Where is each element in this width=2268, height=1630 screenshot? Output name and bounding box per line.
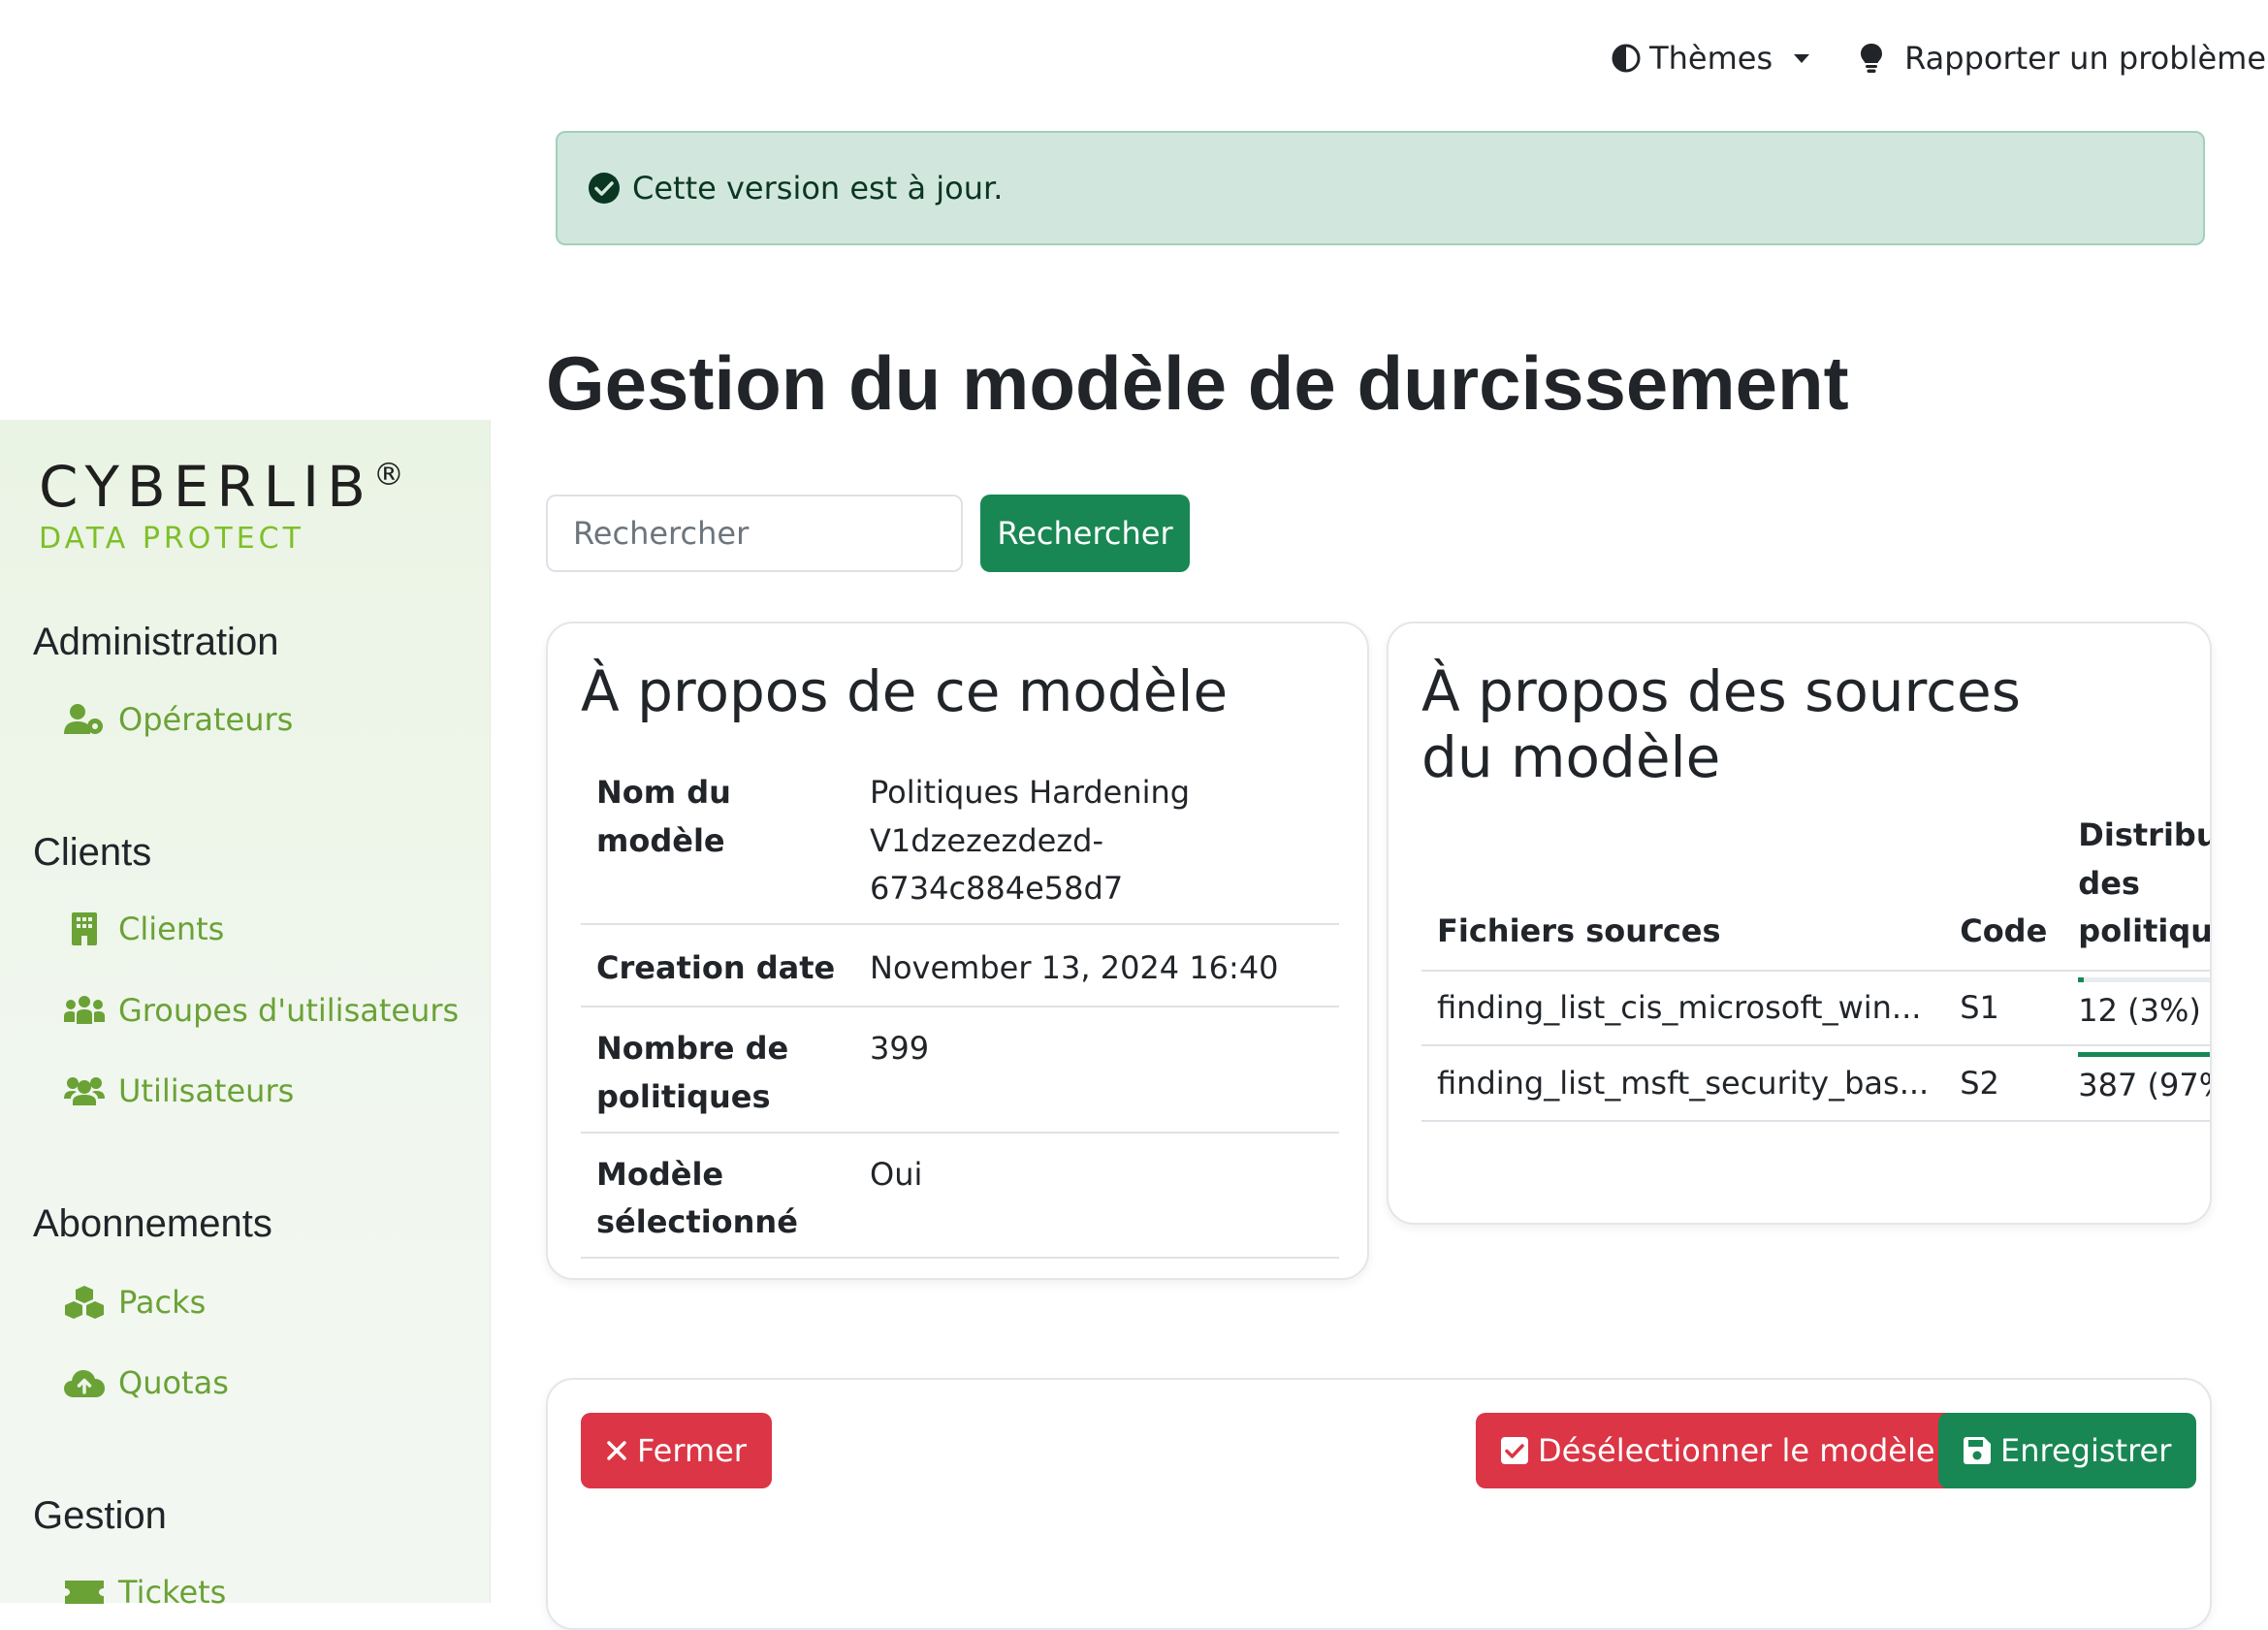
- sidebar-item-operateurs[interactable]: Opérateurs: [64, 701, 293, 738]
- check-circle-icon: [589, 173, 620, 204]
- sidebar-item-packs[interactable]: Packs: [64, 1284, 206, 1321]
- users-icon: [64, 1073, 105, 1108]
- column-header-file: Fichiers sources: [1421, 804, 1945, 972]
- source-distribution: 12 (3%): [2062, 970, 2210, 1047]
- save-button[interactable]: Enregistrer: [1938, 1413, 2197, 1488]
- top-navbar: Thèmes Rapporter un problème: [1611, 27, 2268, 89]
- sidebar-item-clients[interactable]: Clients: [64, 911, 224, 947]
- alert-text: Cette version est à jour.: [632, 170, 1004, 207]
- lightbulb-icon: [1861, 44, 1883, 73]
- info-value: November 13, 2024 16:40: [854, 923, 1339, 1008]
- user-gear-icon: [64, 702, 105, 737]
- sidebar-item-label: Utilisateurs: [118, 1072, 295, 1109]
- sources-table-body: finding_list_cis_microsoft_win... S1 12 …: [1421, 970, 2210, 1122]
- source-distribution: 387 (97%): [2062, 1045, 2210, 1122]
- version-alert: Cette version est à jour.: [556, 131, 2205, 245]
- distribution-text: 12 (3%): [2078, 991, 2201, 1029]
- sidebar-item-groupes[interactable]: Groupes d'utilisateurs: [64, 992, 459, 1029]
- floppy-disk-icon: [1964, 1437, 1991, 1464]
- search-button[interactable]: Rechercher: [980, 495, 1190, 572]
- sidebar-section-administration: Administration: [33, 621, 279, 663]
- info-value: Oui: [854, 1132, 1339, 1259]
- table-row: Nom du modèle Politiques Hardening V1dze…: [581, 759, 1339, 925]
- info-value: 399: [854, 1007, 1339, 1134]
- sources-card: À propos des sources du modèle Fichiers …: [1387, 622, 2212, 1225]
- save-button-label: Enregistrer: [2000, 1432, 2172, 1469]
- check-square-icon: [1501, 1437, 1528, 1464]
- sidebar-section-gestion: Gestion: [33, 1494, 167, 1537]
- page-title: Gestion du modèle de durcissement: [546, 340, 1849, 426]
- info-value: Politiques Hardening V1dzezezdezd-6734c8…: [854, 759, 1339, 925]
- sidebar-item-label: Packs: [118, 1284, 207, 1321]
- sources-title: À propos des sources du modèle: [1421, 658, 2021, 791]
- sidebar-item-label: Clients: [118, 911, 225, 947]
- sources-table: Fichiers sources Code Distribution des p…: [1421, 804, 2210, 1122]
- source-file: finding_list_cis_microsoft_win...: [1421, 970, 1945, 1047]
- building-icon: [64, 911, 105, 946]
- info-key: Creation date: [581, 923, 854, 1008]
- column-header-code: Code: [1944, 804, 2063, 972]
- sidebar-item-utilisateurs[interactable]: Utilisateurs: [64, 1072, 294, 1109]
- themes-dropdown[interactable]: Thèmes: [1611, 40, 1810, 77]
- sidebar-item-label: Groupes d'utilisateurs: [118, 992, 460, 1029]
- sidebar-section-abonnements: Abonnements: [33, 1202, 272, 1245]
- model-info-card: À propos de ce modèle Nom du modèle Poli…: [546, 622, 1369, 1280]
- sidebar: CYBERLIB® DATA PROTECT Administration Op…: [0, 420, 491, 1611]
- distribution-bar-fill: [2078, 1052, 2210, 1058]
- people-group-icon: [64, 993, 105, 1028]
- brand-name: CYBERLIB®: [39, 454, 404, 520]
- themes-label: Thèmes: [1649, 40, 1773, 77]
- caret-down-icon: [1794, 53, 1810, 63]
- sidebar-item-label: Tickets: [118, 1574, 227, 1611]
- distribution-text: 387 (97%): [2078, 1067, 2210, 1104]
- table-row: Creation date November 13, 2024 16:40: [581, 923, 1339, 1008]
- sidebar-item-tickets[interactable]: Tickets: [64, 1574, 226, 1611]
- deselect-model-button[interactable]: Désélectionner le modèle: [1476, 1413, 1961, 1488]
- source-file: finding_list_msft_security_bas...: [1421, 1045, 1945, 1122]
- report-problem-link[interactable]: Rapporter un problème: [1860, 40, 2266, 77]
- search-input[interactable]: [546, 495, 963, 572]
- table-row: finding_list_cis_microsoft_win... S1 12 …: [1421, 970, 2210, 1047]
- ticket-icon: [64, 1575, 105, 1610]
- brand-tagline: DATA PROTECT: [39, 522, 304, 556]
- source-code: S1: [1944, 970, 2063, 1047]
- cubes-icon: [64, 1285, 105, 1320]
- info-key: Modèle sélectionné: [581, 1132, 854, 1259]
- info-key: Nombre de politiques: [581, 1007, 854, 1134]
- sidebar-section-clients: Clients: [33, 831, 152, 874]
- table-header-row: Fichiers sources Code Distribution des p…: [1421, 804, 2210, 972]
- brand-logo[interactable]: CYBERLIB® DATA PROTECT: [39, 459, 404, 554]
- sidebar-item-quotas[interactable]: Quotas: [64, 1364, 229, 1401]
- model-info-title: À propos de ce modèle: [581, 658, 1229, 724]
- x-icon: [607, 1441, 626, 1460]
- table-row: finding_list_msft_security_bas... S2 387…: [1421, 1045, 2210, 1122]
- sidebar-item-label: Quotas: [118, 1364, 229, 1401]
- column-header-distribution: Distribution des politiques: [2062, 804, 2210, 972]
- close-button-label: Fermer: [637, 1432, 747, 1469]
- half-circle-icon: [1612, 44, 1641, 73]
- source-code: S2: [1944, 1045, 2063, 1122]
- deselect-model-label: Désélectionner le modèle: [1538, 1432, 1935, 1469]
- distribution-bar: [2078, 976, 2210, 982]
- model-info-table: Nom du modèle Politiques Hardening V1dze…: [581, 759, 1339, 1259]
- info-key: Nom du modèle: [581, 759, 854, 925]
- sidebar-item-label: Opérateurs: [118, 701, 294, 738]
- table-row: Nombre de politiques 399: [581, 1007, 1339, 1134]
- close-button[interactable]: Fermer: [581, 1413, 772, 1488]
- report-problem-label: Rapporter un problème: [1904, 40, 2266, 77]
- table-row: Modèle sélectionné Oui: [581, 1132, 1339, 1259]
- cloud-upload-icon: [64, 1365, 105, 1400]
- distribution-bar: [2078, 1052, 2210, 1058]
- actions-card: Fermer Désélectionner le modèle Enregist…: [546, 1378, 2212, 1630]
- distribution-bar-fill: [2078, 976, 2084, 982]
